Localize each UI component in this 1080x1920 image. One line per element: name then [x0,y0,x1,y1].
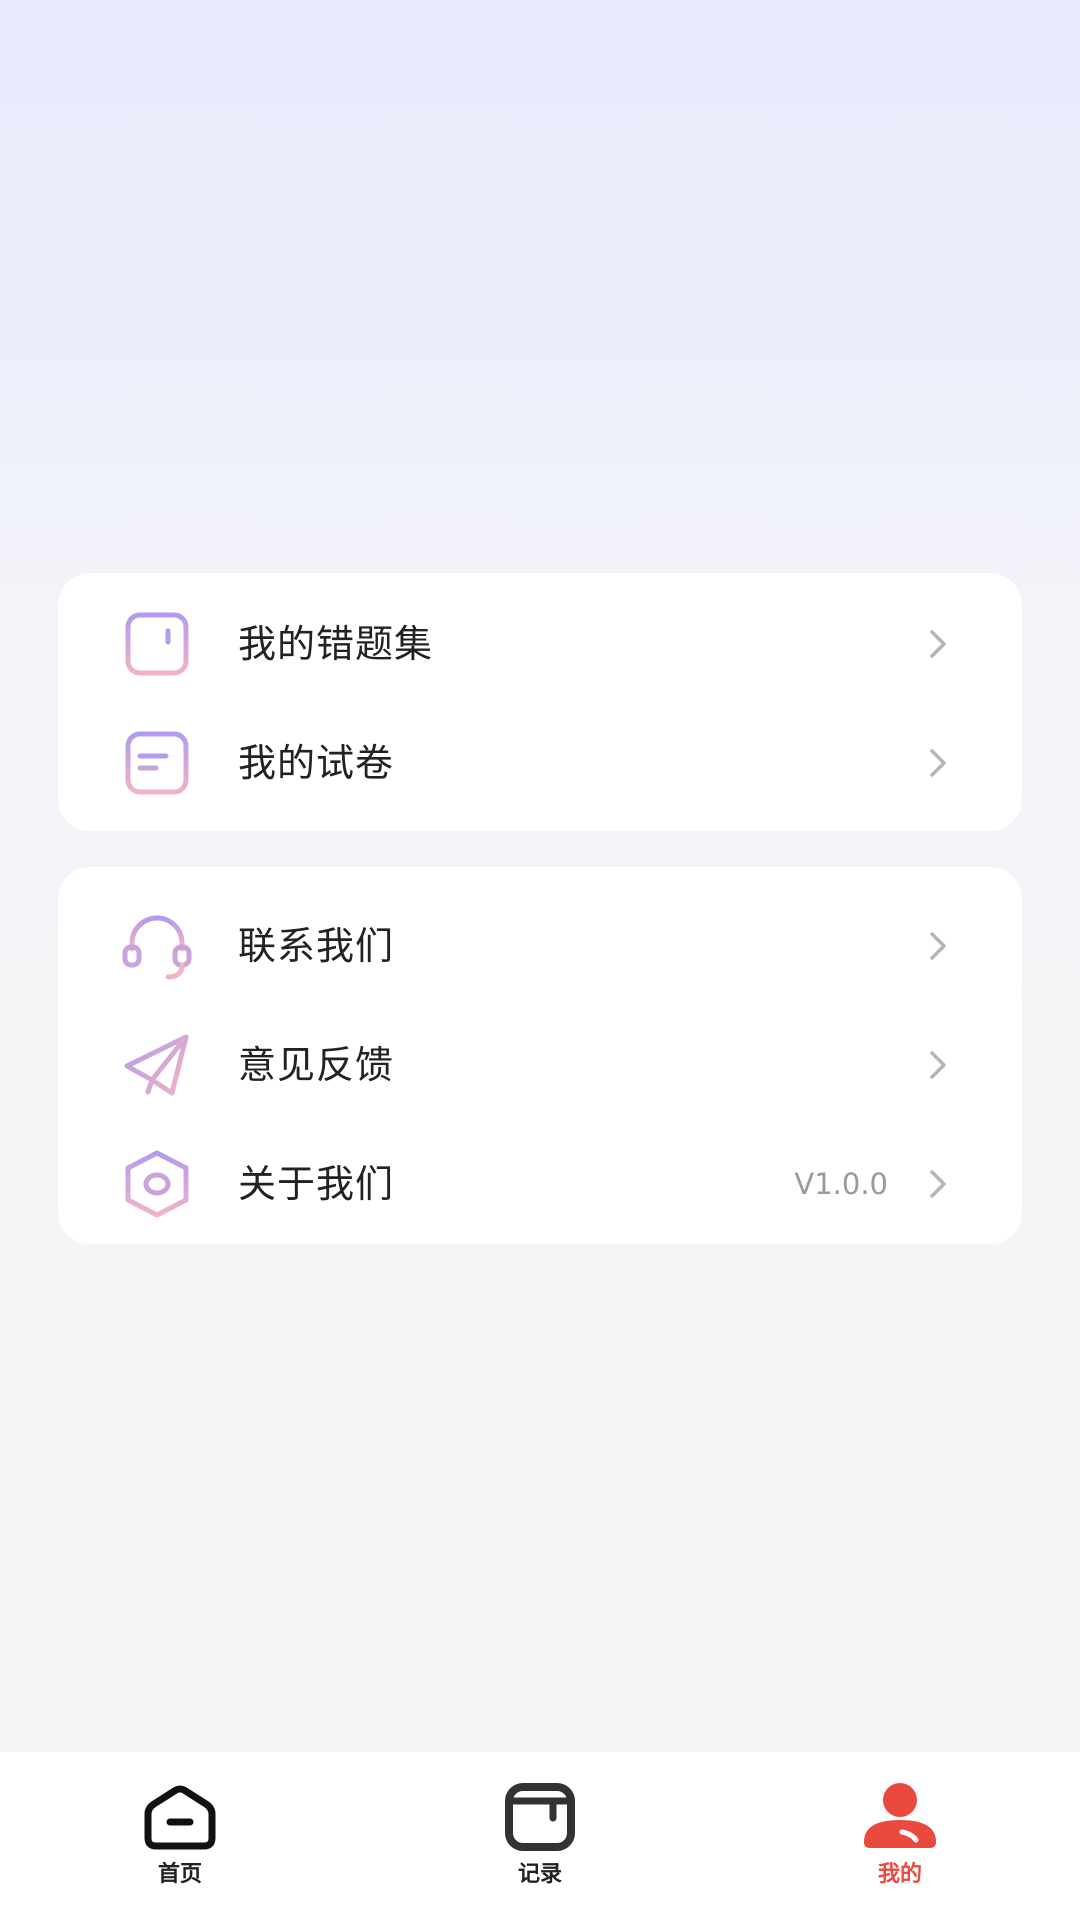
tab-label: 我的 [877,1862,922,1887]
menu-item-feedback[interactable]: 意见反馈 [58,1006,1022,1124]
chevron-right-icon [930,932,946,960]
exam-paper-icon [125,731,189,795]
chevron-right-icon [930,749,946,777]
tab-label: 记录 [517,1862,562,1887]
home-icon [144,1785,216,1850]
tab-home[interactable]: 首页 [0,1752,360,1920]
chevron-right-icon [930,1051,946,1079]
profile-icon [864,1783,936,1848]
menu-item-label: 关于我们 [238,1162,395,1206]
menu-item-label: 我的试卷 [238,741,395,785]
menu-item-label: 我的错题集 [238,622,434,666]
menu-card-support: 联系我们 意见反馈 关于我们 V1.0.0 [58,867,1022,1244]
wrong-question-folder-icon [125,612,189,676]
menu-item-about-us[interactable]: 关于我们 V1.0.0 [58,1125,1022,1243]
menu-item-wrong-questions[interactable]: 我的错题集 [58,585,1022,703]
tab-record[interactable]: 记录 [360,1752,720,1920]
chevron-right-icon [930,1170,946,1198]
chevron-right-icon [930,630,946,658]
menu-item-label: 意见反馈 [238,1043,395,1087]
record-icon [505,1783,575,1851]
paper-plane-icon [124,1034,189,1096]
app-version: V1.0.0 [794,1167,888,1201]
menu-item-contact-us[interactable]: 联系我们 [58,887,1022,1005]
tab-mine[interactable]: 我的 [720,1752,1080,1920]
menu-item-label: 联系我们 [238,924,395,968]
menu-card-study: 我的错题集 我的试卷 [58,573,1022,831]
tab-label: 首页 [157,1862,202,1887]
bottom-tab-bar: 首页 记录 我的 [0,1752,1080,1920]
headset-icon [122,915,192,980]
hexagon-eye-icon [125,1150,189,1218]
menu-item-my-exams[interactable]: 我的试卷 [58,704,1022,822]
